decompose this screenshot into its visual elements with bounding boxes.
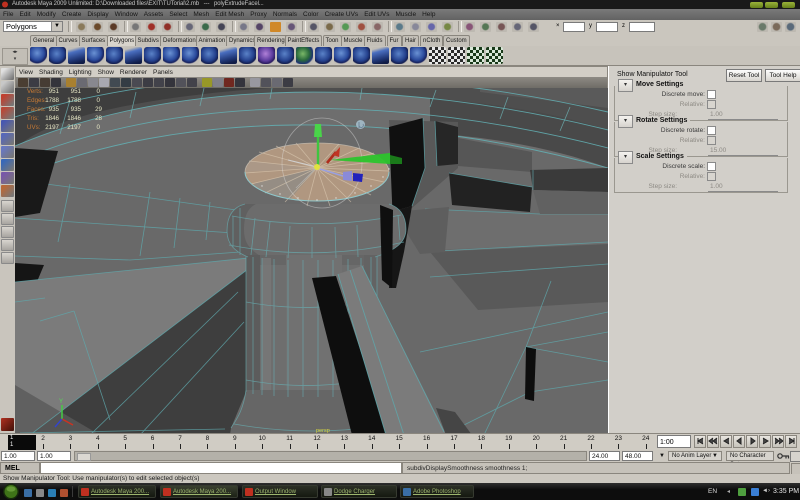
svg-text:Edges:: Edges:	[27, 97, 47, 104]
svg-text:Verts:: Verts:	[27, 88, 43, 95]
svg-text:2197: 2197	[45, 124, 59, 131]
svg-text:1788: 1788	[45, 97, 59, 104]
svg-text:935: 935	[49, 106, 60, 113]
svg-text:Faces:: Faces:	[27, 106, 46, 113]
svg-text:1846: 1846	[67, 115, 81, 122]
svg-text:28: 28	[95, 115, 102, 122]
svg-text:951: 951	[49, 88, 60, 95]
svg-text:0: 0	[97, 97, 101, 104]
svg-text:2197: 2197	[67, 124, 81, 131]
svg-text:1788: 1788	[67, 97, 81, 104]
svg-text:1846: 1846	[45, 115, 59, 122]
svg-text:0: 0	[97, 124, 101, 131]
svg-text:Y: Y	[59, 399, 63, 405]
svg-text:UVs:: UVs:	[27, 124, 41, 131]
svg-text:Tris:: Tris:	[27, 115, 39, 122]
svg-text:935: 935	[71, 106, 82, 113]
svg-text:951: 951	[71, 88, 82, 95]
svg-text:29: 29	[95, 106, 102, 113]
svg-text:0: 0	[97, 88, 101, 95]
